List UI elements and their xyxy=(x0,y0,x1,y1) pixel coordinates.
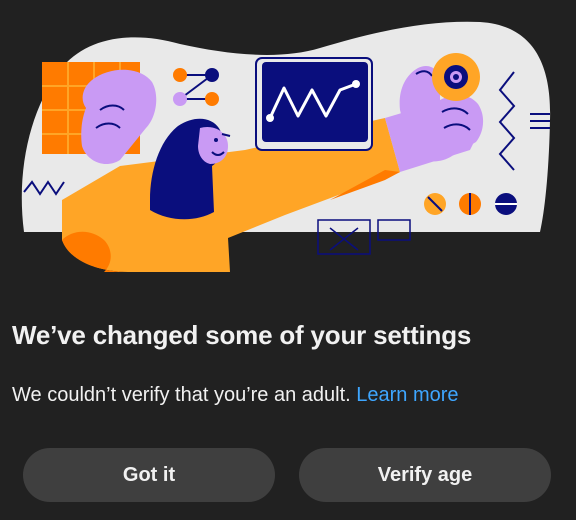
got-it-button[interactable]: Got it xyxy=(23,448,275,502)
dialog-message: We couldn’t verify that you’re an adult.… xyxy=(12,384,459,407)
age-verification-dialog: We’ve changed some of your settings We c… xyxy=(0,0,576,520)
switch-circles-icon xyxy=(424,193,517,215)
monitor-chart-icon xyxy=(255,57,373,151)
dialog-title: We’ve changed some of your settings xyxy=(12,320,472,350)
settings-illustration xyxy=(21,21,551,272)
message-text: We couldn’t verify that you’re an adult. xyxy=(12,384,351,406)
verify-age-button[interactable]: Verify age xyxy=(299,448,551,502)
dial-knob-icon xyxy=(432,53,480,101)
learn-more-link[interactable]: Learn more xyxy=(356,384,458,406)
